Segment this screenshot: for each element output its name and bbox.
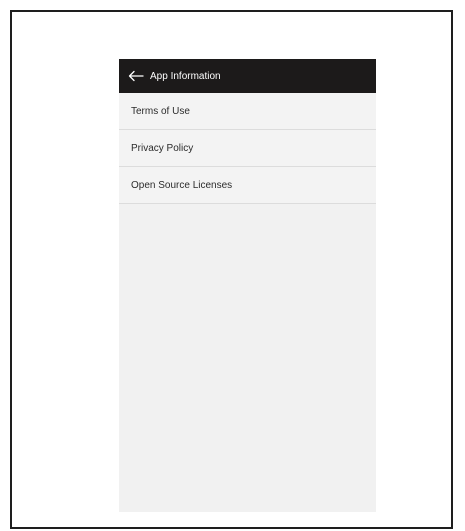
app-bar: App Information xyxy=(119,59,376,93)
settings-list: Terms of Use Privacy Policy Open Source … xyxy=(119,93,376,204)
app-screen: App Information Terms of Use Privacy Pol… xyxy=(119,59,376,512)
back-button[interactable] xyxy=(126,66,146,86)
list-item-privacy-policy[interactable]: Privacy Policy xyxy=(119,130,376,167)
page-title: App Information xyxy=(150,70,221,82)
arrow-left-icon xyxy=(128,70,144,82)
screenshot-frame: App Information Terms of Use Privacy Pol… xyxy=(10,10,453,529)
list-item-open-source-licenses[interactable]: Open Source Licenses xyxy=(119,167,376,204)
list-item-terms-of-use[interactable]: Terms of Use xyxy=(119,93,376,130)
